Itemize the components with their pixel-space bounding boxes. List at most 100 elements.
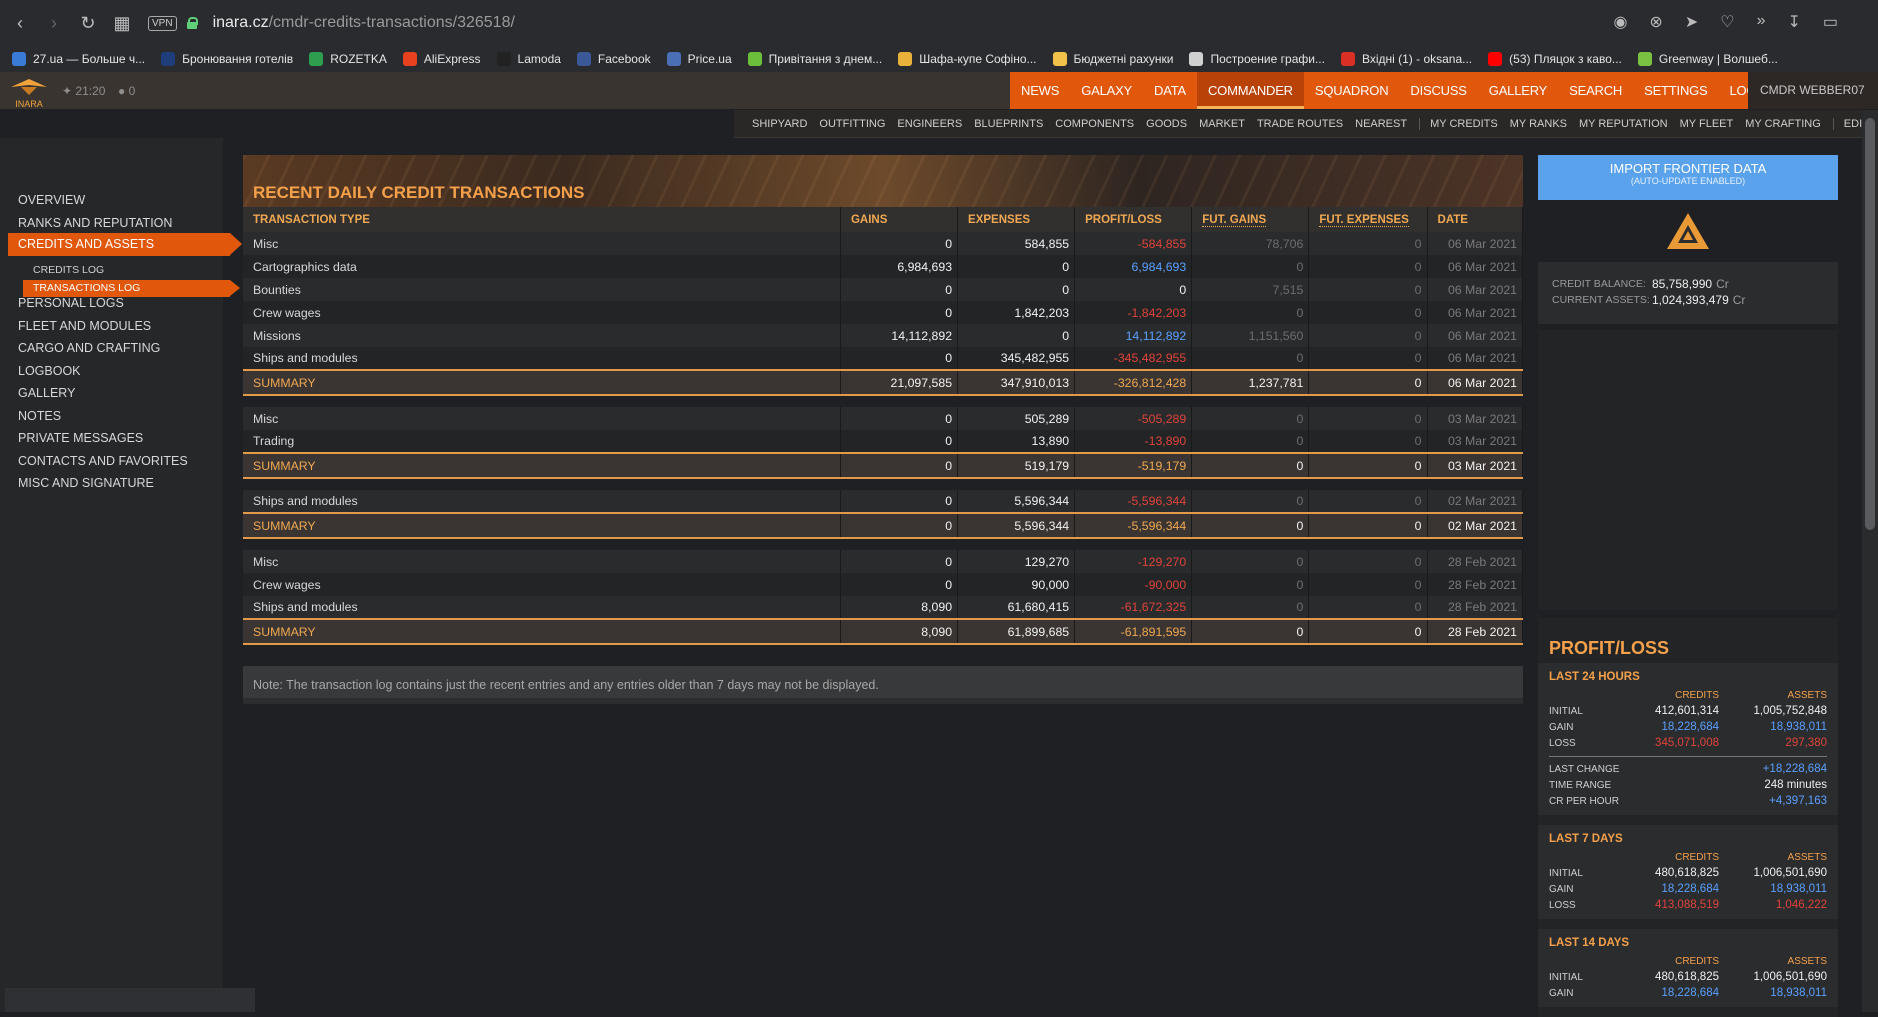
nav-news[interactable]: NEWS (1010, 72, 1070, 109)
subnav-goods[interactable]: GOODS (1146, 118, 1187, 130)
sidebar-subitem-transactions-log[interactable]: TRANSACTIONS LOG (23, 280, 240, 297)
subnav-outfitting[interactable]: OUTFITTING (819, 118, 885, 130)
forward-icon[interactable]: › (40, 9, 68, 37)
column-header-fut-gains[interactable]: FUT. GAINS (1191, 207, 1310, 232)
url-field[interactable]: inara.cz/cmdr-credits-transactions/32651… (213, 14, 515, 32)
subnav-trade-routes[interactable]: TRADE ROUTES (1257, 118, 1343, 130)
logo-text: INARA (15, 99, 43, 109)
cell-date: 28 Feb 2021 (1427, 550, 1524, 573)
pl-initial-row: INITIAL 480,618,825 1,006,501,690 (1549, 865, 1827, 881)
nav-discuss[interactable]: DISCUSS (1399, 72, 1477, 109)
pl-loss-row: LOSS 345,071,008 297,380 (1549, 735, 1827, 751)
nav-squadron[interactable]: SQUADRON (1304, 72, 1400, 109)
sidebar-item-contacts-and-favorites[interactable]: CONTACTS AND FAVORITES (18, 454, 188, 468)
cell-transaction-type: Misc (243, 232, 841, 255)
subnav-my-fleet[interactable]: MY FLEET (1680, 118, 1734, 130)
sidebar-item-misc-and-signature[interactable]: MISC AND SIGNATURE (18, 476, 154, 490)
subnav-engineers[interactable]: ENGINEERS (897, 118, 962, 130)
bookmark-item[interactable]: (53) Пляцок з каво... (1488, 52, 1622, 66)
column-header-profit-loss[interactable]: PROFIT/LOSS (1074, 207, 1193, 232)
sidebar-item-gallery[interactable]: GALLERY (18, 386, 75, 400)
lock-icon[interactable] (186, 17, 198, 29)
sidebar-item-cargo-and-crafting[interactable]: CARGO AND CRAFTING (18, 341, 160, 355)
subnav-nearest[interactable]: NEAREST (1355, 118, 1407, 130)
nav-commander[interactable]: COMMANDER (1196, 72, 1304, 109)
inara-logo[interactable]: INARA (8, 77, 50, 109)
column-header-fut-expenses[interactable]: FUT. EXPENSES (1308, 207, 1428, 232)
bookmark-item[interactable]: Price.ua (666, 52, 732, 66)
cell-transaction-type: Trading (243, 430, 841, 453)
nav-settings[interactable]: SETTINGS (1633, 72, 1718, 109)
bookmark-item[interactable]: Бронювання готелів (161, 52, 293, 66)
heart-icon[interactable]: ♡ (1720, 12, 1734, 32)
sidebar-item-overview[interactable]: OVERVIEW (18, 193, 85, 207)
pl-col-header: CREDITS ASSETS (1549, 849, 1827, 865)
bookmark-item[interactable]: ROZETKA (309, 52, 387, 66)
nav-search[interactable]: SEARCH (1558, 72, 1633, 109)
subnav-components[interactable]: COMPONENTS (1055, 118, 1134, 130)
sidebar-item-fleet-and-modules[interactable]: FLEET AND MODULES (18, 319, 151, 333)
reload-icon[interactable]: ↻ (74, 9, 102, 37)
cell-profit-loss: -505,289 (1074, 407, 1193, 430)
nav-data[interactable]: DATA (1143, 72, 1197, 109)
cube-icon[interactable]: ▭ (1823, 12, 1838, 32)
bookmark-item[interactable]: Бюджетні рахунки (1052, 52, 1173, 66)
column-header-transaction-type[interactable]: TRANSACTION TYPE (243, 207, 841, 232)
cell-fut-gains: 78,706 (1191, 232, 1310, 255)
last-24-title: LAST 24 HOURS (1549, 671, 1640, 683)
table-row: Misc 0 584,855 -584,855 78,706 0 06 Mar 2021 (243, 232, 1524, 255)
column-header-gains[interactable]: GAINS (840, 207, 959, 232)
more-icon[interactable]: » (1757, 12, 1766, 32)
sidebar-item-ranks-and-reputation[interactable]: RANKS AND REPUTATION (18, 216, 172, 230)
sidebar-item-notes[interactable]: NOTES (18, 409, 61, 423)
main-content: RECENT DAILY CREDIT TRANSACTIONS TRANSAC… (243, 155, 1524, 704)
cell-profit-loss: -345,482,955 (1074, 347, 1193, 370)
nav-galaxy[interactable]: GALAXY (1070, 72, 1143, 109)
camera-icon[interactable]: ◉ (1613, 12, 1627, 32)
credits-col: CREDITS (1675, 851, 1719, 863)
sidebar-item-private-messages[interactable]: PRIVATE MESSAGES (18, 431, 143, 445)
cell-profit-loss: -584,855 (1074, 232, 1193, 255)
subnav-my-ranks[interactable]: MY RANKS (1510, 118, 1567, 130)
subnav-blueprints[interactable]: BLUEPRINTS (974, 118, 1043, 130)
bookmark-label: Lamoda (517, 52, 561, 66)
bookmark-item[interactable]: 27.ua — Больше ч... (12, 52, 145, 66)
bookmark-item[interactable]: Вхідні (1) - oksana... (1340, 52, 1472, 66)
back-icon[interactable]: ‹ (6, 9, 34, 37)
vpn-badge[interactable]: VPN (148, 15, 177, 31)
tabs-grid-icon[interactable]: ▦ (108, 9, 136, 37)
message-counter[interactable]: ● 0 (118, 84, 135, 98)
subnav-my-crafting[interactable]: MY CRAFTING (1745, 118, 1821, 130)
import-frontier-button[interactable]: IMPORT FRONTIER DATA (AUTO-UPDATE ENABLE… (1538, 155, 1838, 200)
sidebar-item-personal-logs[interactable]: PERSONAL LOGS (18, 296, 124, 310)
group-gap (243, 538, 1523, 550)
nav-gallery[interactable]: GALLERY (1478, 72, 1558, 109)
cell-gains: 0 (840, 347, 959, 370)
subnav-market[interactable]: MARKET (1199, 118, 1245, 130)
subnav-my-credits[interactable]: MY CREDITS (1419, 117, 1498, 130)
shield-icon[interactable]: ⊗ (1649, 12, 1662, 32)
bookmark-item[interactable]: Facebook (576, 52, 651, 66)
page-scrollbar[interactable] (1862, 110, 1878, 1012)
scrollbar-thumb[interactable] (1865, 118, 1875, 530)
gain-credits: 18,228,684 (1661, 883, 1719, 895)
download-icon[interactable]: ↧ (1787, 12, 1800, 32)
column-header-expenses[interactable]: EXPENSES (957, 207, 1076, 232)
sidebar-subitem-credits-log[interactable]: CREDITS LOG (33, 264, 104, 276)
bookmark-item[interactable]: Построение графи... (1189, 52, 1325, 66)
column-header-date[interactable]: DATE (1427, 207, 1524, 232)
subnav-my-reputation[interactable]: MY REPUTATION (1579, 118, 1668, 130)
credits-col: CREDITS (1675, 955, 1719, 967)
bookmark-item[interactable]: Lamoda (496, 52, 561, 66)
cmdr-name[interactable]: CMDR WEBBER07 (1748, 72, 1878, 109)
send-icon[interactable]: ➤ (1685, 12, 1698, 32)
bookmark-item[interactable]: Greenway | Волшеб... (1637, 52, 1778, 66)
last-change-value: +18,228,684 (1762, 763, 1827, 775)
summary-cell-fut-expenses: 0 (1308, 618, 1428, 645)
bookmark-item[interactable]: Привітання з днем... (747, 52, 882, 66)
sidebar-item-logbook[interactable]: LOGBOOK (18, 364, 81, 378)
bookmark-item[interactable]: AliExpress (402, 52, 481, 66)
bookmark-item[interactable]: Шафа-купе Софіно... (898, 52, 1037, 66)
sidebar-item-credits-and-assets[interactable]: CREDITS AND ASSETS (8, 233, 242, 256)
subnav-shipyard[interactable]: SHIPYARD (752, 118, 807, 130)
